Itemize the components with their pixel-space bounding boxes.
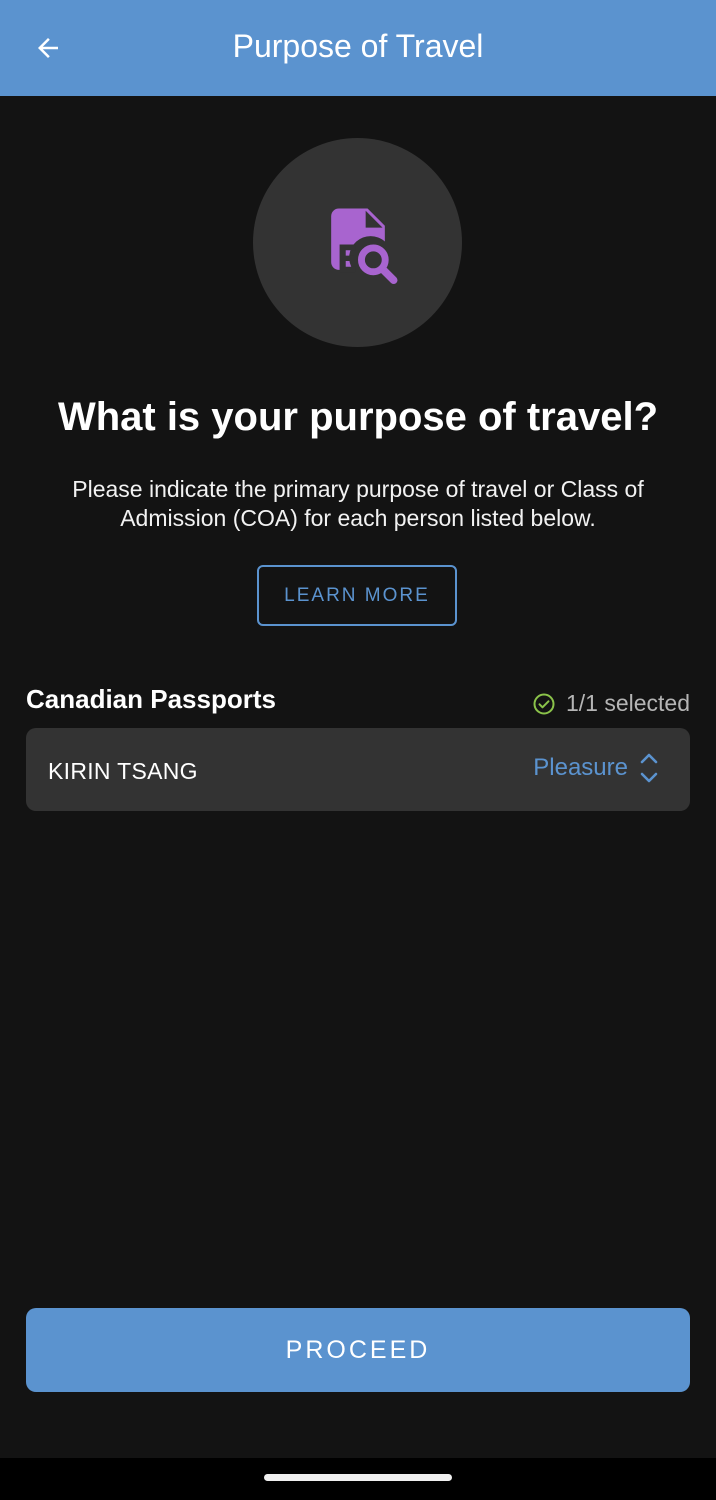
home-indicator[interactable] [264,1474,452,1481]
proceed-button[interactable]: PROCEED [26,1308,690,1392]
document-search-icon [330,208,397,284]
learn-more-button[interactable]: LEARN MORE [257,565,457,626]
hero-icon-circle [253,138,462,347]
app-bar: Purpose of Travel [0,0,716,96]
selected-count-label: 1/1 selected [565,690,690,716]
section-title: Canadian Passports [26,684,276,714]
question-heading: What is your purpose of travel? [57,395,659,439]
unfold-more-icon [638,750,660,786]
page-title: Purpose of Travel [232,28,484,64]
selection-status: 1/1 selected [532,690,690,717]
traveler-name: KIRIN TSANG [48,758,198,784]
purpose-dropdown[interactable]: Pleasure [533,750,660,786]
instruction-text: Please indicate the primary purpose of t… [72,476,644,531]
traveler-row[interactable]: KIRIN TSANG Pleasure [26,728,690,811]
check-circle-icon [532,692,556,716]
purpose-value: Pleasure [533,754,628,781]
